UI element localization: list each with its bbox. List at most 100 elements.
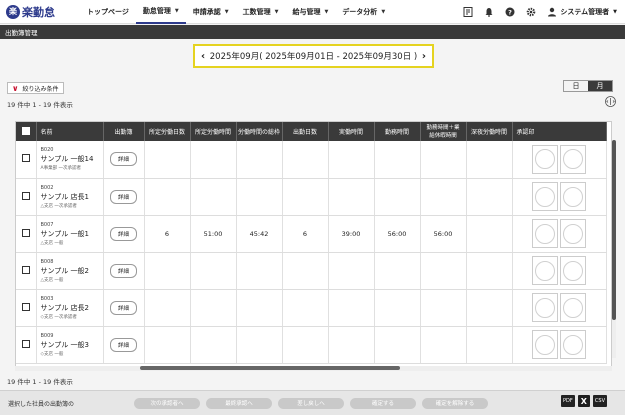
row-checkbox[interactable] [21,191,30,200]
export-csv-button[interactable]: CSV [592,395,607,407]
stamp-icon [563,186,583,207]
stamp-icon [563,297,583,318]
employee-cell: B020 サンプル 一般14 A事業部 一次承認者 [36,141,104,179]
row-checkbox[interactable] [21,154,30,163]
next-month-button[interactable]: › [422,51,426,62]
row-select-cell [16,215,37,253]
value-cell-work-break: 56:00 [420,215,467,253]
help-icon[interactable]: ? [505,7,515,17]
approval-stamp-slot [532,330,558,359]
value-cell-actual [328,178,375,216]
value-cell-working [374,141,421,179]
approval-stamp-slot [532,256,558,285]
value-cell-working: 56:00 [374,215,421,253]
bulk-action-button-2[interactable]: 差し戻しへ [278,397,344,409]
value-cell-scheduled-days: 6 [144,215,191,253]
user-menu[interactable]: システム管理者 ▼ [547,7,617,17]
filter-toggle-button[interactable]: ∨ 絞り込み条件 [7,82,64,94]
value-cell-scheduled-days [144,289,191,327]
nav-item-label: 勤怠管理 [142,6,171,15]
horizontal-scrollbar[interactable] [15,366,612,371]
bulk-action-button-0[interactable]: 次の承認者へ [134,397,200,409]
nav-item-label: 申請承認 [192,7,221,16]
stamp-icon [535,186,555,207]
value-cell-work-days [282,252,329,290]
col-total-work-frame[interactable]: 労働時間の総枠 [236,122,283,141]
value-cell-night [466,215,513,253]
nav-item-3[interactable]: 工数管理 ▼ [236,0,286,24]
employee-cell: B008 サンプル 一般2 △支店 一般 [36,252,104,290]
detail-button[interactable]: 詳細 [109,226,137,241]
export-x-button[interactable]: X [577,395,590,407]
employee-group: △支店 一般 [40,240,64,246]
stamp-icon [563,149,583,170]
table-row: B020 サンプル 一般14 A事業部 一次承認者 詳細 [16,141,607,179]
col-night-hours[interactable]: 深夜労働時間 [466,122,513,141]
approval-stamp-cell [512,215,607,253]
col-working-hours[interactable]: 勤務時間 [374,122,421,141]
employee-code: B007 [40,221,54,228]
col-work-plus-break[interactable]: 勤務時間＋業 給休暇時間 [420,122,467,141]
select-all-checkbox[interactable] [21,126,30,135]
attendance-cell: 詳細 [103,141,145,179]
nav-item-4[interactable]: 給与管理 ▼ [285,0,335,24]
value-cell-work-break [420,289,467,327]
nav-item-5[interactable]: データ分析 ▼ [335,0,392,24]
month-view-button[interactable]: 月 [588,81,612,91]
stamp-icon [535,223,555,244]
value-cell-night [466,252,513,290]
col-name[interactable]: 名前 [36,122,104,141]
col-work-days[interactable]: 出勤日数 [282,122,329,141]
approval-stamp-cell [512,289,607,327]
row-checkbox[interactable] [21,339,30,348]
detail-button[interactable]: 詳細 [109,263,137,278]
value-cell-working [374,178,421,216]
row-checkbox[interactable] [21,228,30,237]
value-cell-actual: 39:00 [328,215,375,253]
chevron-down-icon: ▼ [274,8,279,15]
export-pdf-button[interactable]: PDF [560,395,575,407]
value-cell-scheduled-hours [190,326,237,364]
value-cell-total-frame [236,178,283,216]
report-icon[interactable] [463,7,473,17]
col-scheduled-days[interactable]: 所定労働日数 [144,122,191,141]
attendance-cell: 詳細 [103,178,145,216]
employee-code: B020 [40,147,54,154]
table-row: B007 サンプル 一般1 △支店 一般 詳細 6 51:00 45:42 6 39:00 56:… [16,215,607,253]
column-settings-icon[interactable] [605,96,616,107]
approval-stamp-slot [532,293,558,322]
vertical-scrollbar[interactable] [612,140,616,358]
col-attendance: 出勤簿 [103,122,145,141]
day-view-button[interactable]: 日 [564,81,588,91]
gear-icon[interactable] [526,7,536,17]
detail-button[interactable]: 詳細 [109,189,137,204]
detail-button[interactable]: 詳細 [109,300,137,315]
value-cell-scheduled-hours [190,178,237,216]
nav-item-1[interactable]: 勤怠管理 ▼ [135,0,186,24]
value-cell-scheduled-hours [190,289,237,327]
value-cell-scheduled-days [144,252,191,290]
nav-item-0[interactable]: トップページ [80,0,136,24]
nav-item-2[interactable]: 申請承認 ▼ [186,0,236,24]
detail-button[interactable]: 詳細 [109,152,137,167]
bulk-action-buttons: 次の承認者へ 最終承認へ 差し戻しへ 確定する 確定を解除する [134,397,494,409]
approval-stamp-slot [560,293,586,322]
bulk-action-button-1[interactable]: 最終承認へ [206,397,272,409]
row-checkbox[interactable] [21,265,30,274]
prev-month-button[interactable]: ‹ [201,51,205,62]
approval-stamp-cell [512,141,607,179]
app-logo[interactable]: 楽 楽勤怠 [6,4,66,20]
col-actual-hours[interactable]: 実働時間 [328,122,375,141]
col-scheduled-hours[interactable]: 所定労働時間 [190,122,237,141]
employee-group: △支店 一般 [40,277,64,283]
bell-icon[interactable] [484,7,494,17]
value-cell-total-frame [236,289,283,327]
nav-item-label: 工数管理 [242,7,271,16]
value-cell-work-days [282,289,329,327]
table-header-row: 名前 出勤簿 所定労働日数 所定労働時間 労働時間の総枠 出勤日数 実働時間 勤… [16,122,607,141]
detail-button[interactable]: 詳細 [109,337,137,352]
bulk-action-button-4[interactable]: 確定を解除する [422,397,488,409]
row-checkbox[interactable] [21,302,30,311]
approval-stamp-slot [560,144,586,174]
bulk-action-button-3[interactable]: 確定する [350,397,416,409]
